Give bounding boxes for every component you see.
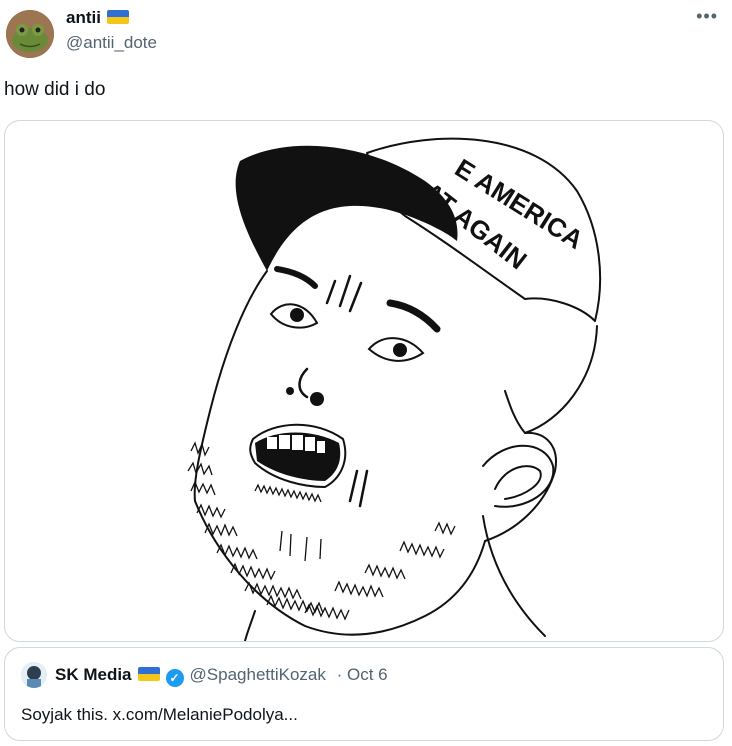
verified-badge-icon: ✓: [165, 669, 184, 687]
quoted-author-name[interactable]: SK Media: [55, 665, 132, 684]
quoted-author-avatar[interactable]: [21, 662, 47, 688]
quoted-name-row: SK Media ✓ @SpaghettiKozak · Oct 6: [55, 665, 388, 687]
ukraine-flag-icon: [106, 10, 129, 24]
soyjak-drawing-image: E AMERICA AT AGAIN: [187, 137, 602, 641]
author-name[interactable]: antii: [66, 8, 101, 27]
quoted-tweet[interactable]: SK Media ✓ @SpaghettiKozak · Oct 6 Soyjak …: [4, 647, 724, 741]
ukraine-flag-icon: [137, 667, 160, 681]
more-options-icon[interactable]: •••: [696, 6, 718, 27]
author-name-row[interactable]: antii: [66, 8, 129, 28]
sk-media-avatar-image: [21, 662, 47, 688]
quoted-author-handle[interactable]: @SpaghettiKozak: [190, 665, 326, 684]
quoted-tweet-text: Soyjak this. x.com/MelaniePodolya...: [21, 705, 298, 724]
author-avatar[interactable]: [6, 10, 54, 58]
frog-avatar-image: [6, 10, 54, 58]
tweet-media[interactable]: E AMERICA AT AGAIN: [4, 120, 724, 642]
author-handle[interactable]: @antii_dote: [66, 33, 157, 53]
tweet-text: how did i do: [4, 79, 106, 100]
quoted-date: · Oct 6: [336, 665, 388, 684]
